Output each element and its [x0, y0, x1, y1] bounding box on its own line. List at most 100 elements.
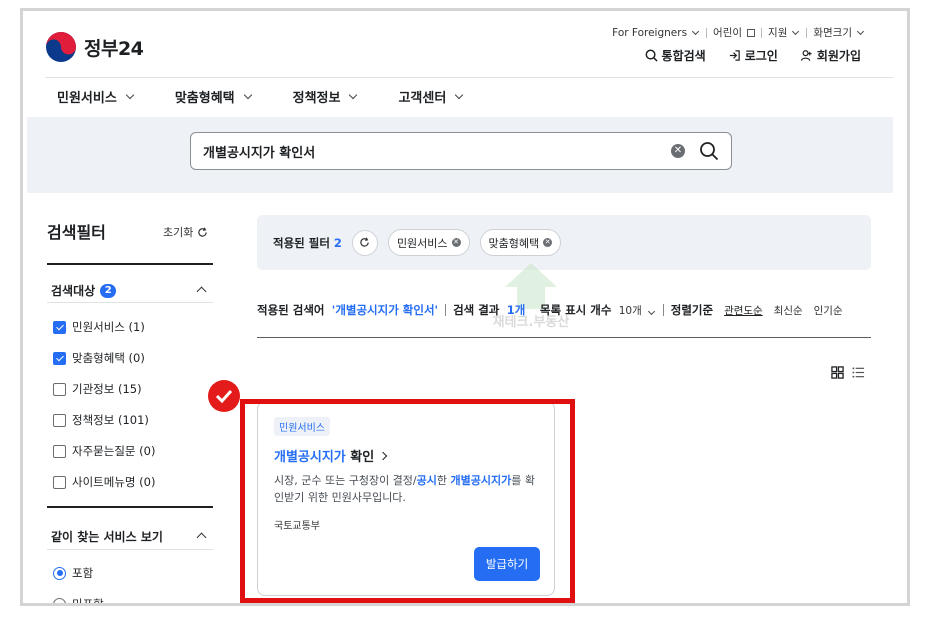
view-toggle [831, 366, 865, 379]
filter-agency-info[interactable]: 기관정보 (15) [53, 381, 142, 397]
user-add-icon [800, 50, 812, 61]
reset-label: 초기화 [163, 226, 194, 239]
close-icon[interactable]: ✕ [543, 238, 553, 247]
chevron-down-icon [792, 27, 800, 35]
checkbox[interactable] [53, 475, 66, 489]
site-logo[interactable]: 정부24 [45, 31, 144, 63]
result-count-label: 검색 결과 [453, 303, 500, 317]
taegeuk-logo-icon [46, 32, 76, 62]
clear-icon[interactable]: ✕ [671, 144, 685, 158]
screen-size-label: 화면크기 [813, 27, 852, 39]
applied-filter-label: 적용된 필터 2 [273, 235, 342, 251]
check-annotation-icon [208, 380, 240, 412]
checkbox[interactable] [53, 320, 66, 334]
login-button[interactable]: 로그인 [728, 47, 778, 64]
keyword-label: 적용된 검색어 [257, 303, 325, 317]
refresh-filter-button[interactable] [351, 229, 378, 256]
nav-civil-service[interactable]: 민원서비스 [57, 87, 135, 106]
reset-button[interactable]: 초기화 [163, 224, 208, 240]
sort-popular[interactable]: 인기순 [814, 303, 843, 318]
search-filter-sidebar: 검색필터 초기화 검색대상 2 민원서비스 (1) 맞춤형혜택 (0) 기관정보… [47, 219, 213, 603]
option-exclude[interactable]: 미포함 [53, 596, 104, 606]
chevron-up-icon[interactable] [196, 532, 207, 543]
divider [806, 27, 808, 38]
checkbox-label: 맞춤형혜택 (0) [72, 351, 145, 365]
unified-search-button[interactable]: 통합검색 [645, 47, 706, 64]
nav-customer-center[interactable]: 고객센터 [398, 87, 464, 106]
unified-search-label: 통합검색 [661, 49, 706, 63]
option-include[interactable]: 포함 [53, 565, 93, 581]
nav-policy-info[interactable]: 정책정보 [293, 87, 359, 106]
section-divider [47, 263, 213, 265]
screen-size-menu[interactable]: 화면크기 [813, 25, 865, 40]
divider [662, 304, 664, 316]
login-icon [729, 50, 740, 61]
filter-site-menu[interactable]: 사이트메뉴명 (0) [53, 474, 155, 490]
together-section-header[interactable]: 같이 찾는 서비스 보기 [51, 528, 163, 545]
chevron-down-icon [455, 90, 464, 100]
list-view-icon[interactable] [852, 366, 865, 379]
chevron-down-icon [349, 90, 358, 100]
search-value: 개별공시지가 확인서 [203, 145, 316, 161]
filter-faq[interactable]: 자주묻는질문 (0) [53, 443, 155, 459]
refresh-icon [198, 226, 208, 237]
sort-latest[interactable]: 최신순 [774, 303, 803, 318]
kids-label: 어린이 [713, 27, 743, 39]
watermark: 재테크.부동산 [483, 261, 579, 330]
checkbox-label: 사이트메뉴명 (0) [72, 475, 156, 489]
login-label: 로그인 [744, 49, 778, 63]
search-icon[interactable] [699, 141, 719, 161]
search-icon [645, 49, 658, 62]
checkbox-label: 자주묻는질문 (0) [72, 444, 156, 458]
checkbox[interactable] [53, 413, 66, 427]
main-navigation: 민원서비스 맞춤형혜택 정책정보 고객센터 [57, 87, 464, 106]
keyword-value: '개별공시지가 확인서' [331, 303, 439, 317]
divider [445, 304, 447, 316]
grid-view-icon[interactable] [831, 366, 844, 379]
nav-custom-benefit[interactable]: 맞춤형혜택 [175, 87, 253, 106]
search-input[interactable]: 개별공시지가 확인서 ✕ [190, 132, 732, 170]
chevron-down-icon [125, 90, 135, 100]
logo-text: 정부24 [84, 37, 144, 60]
checkmark-icon [215, 389, 233, 403]
for-foreigners-menu[interactable]: For Foreigners [612, 27, 700, 39]
nav-label: 민원서비스 [57, 91, 117, 106]
checkbox[interactable] [53, 382, 66, 396]
filter-custom-benefit[interactable]: 맞춤형혜택 (0) [53, 350, 145, 366]
kids-link[interactable]: 어린이 [713, 25, 756, 40]
chevron-down-icon [243, 90, 252, 100]
radio[interactable] [53, 566, 66, 580]
page-size-select[interactable]: 10개 [619, 303, 656, 318]
together-section-title: 같이 찾는 서비스 보기 [51, 530, 163, 544]
divider [47, 549, 213, 550]
target-section-header[interactable]: 검색대상 2 [51, 282, 117, 299]
close-icon[interactable]: ✕ [451, 238, 461, 247]
checkbox[interactable] [53, 444, 66, 458]
result-summary-bar: 적용된 검색어 '개별공시지가 확인서' 검색 결과 1개 목록 표시 개수 1… [257, 302, 871, 318]
sort-relevance[interactable]: 관련도순 [724, 303, 763, 318]
chevron-down-icon [692, 27, 700, 35]
support-label: 지원 [768, 27, 788, 39]
chevron-up-icon[interactable] [196, 286, 207, 297]
filter-chip-custom-benefit[interactable]: 맞춤형혜택 ✕ [479, 229, 562, 256]
signup-button[interactable]: 회원가입 [800, 47, 861, 64]
utility-menu-top: For Foreigners 어린이 지원 화면크기 [612, 25, 865, 40]
page-size-label: 목록 표시 개수 [539, 303, 612, 317]
radio-label: 미포함 [72, 597, 104, 606]
page-size-value: 10개 [618, 304, 642, 317]
checkbox[interactable] [53, 351, 66, 365]
filter-chip-civil-service[interactable]: 민원서비스 ✕ [387, 229, 470, 256]
nav-label: 맞춤형혜택 [174, 91, 235, 106]
radio[interactable] [53, 597, 66, 603]
section-divider [47, 506, 213, 508]
filter-count: 2 [333, 235, 342, 250]
chevron-down-icon [856, 27, 865, 35]
divider [47, 302, 213, 303]
filter-policy-info[interactable]: 정책정보 (101) [53, 412, 149, 428]
signup-label: 회원가입 [816, 49, 861, 63]
support-menu[interactable]: 지원 [768, 25, 800, 40]
filter-civil-service[interactable]: 민원서비스 (1) [53, 319, 145, 335]
divider [706, 27, 708, 38]
checkbox-label: 민원서비스 (1) [72, 320, 145, 334]
filter-label-text: 적용된 필터 [273, 235, 330, 250]
